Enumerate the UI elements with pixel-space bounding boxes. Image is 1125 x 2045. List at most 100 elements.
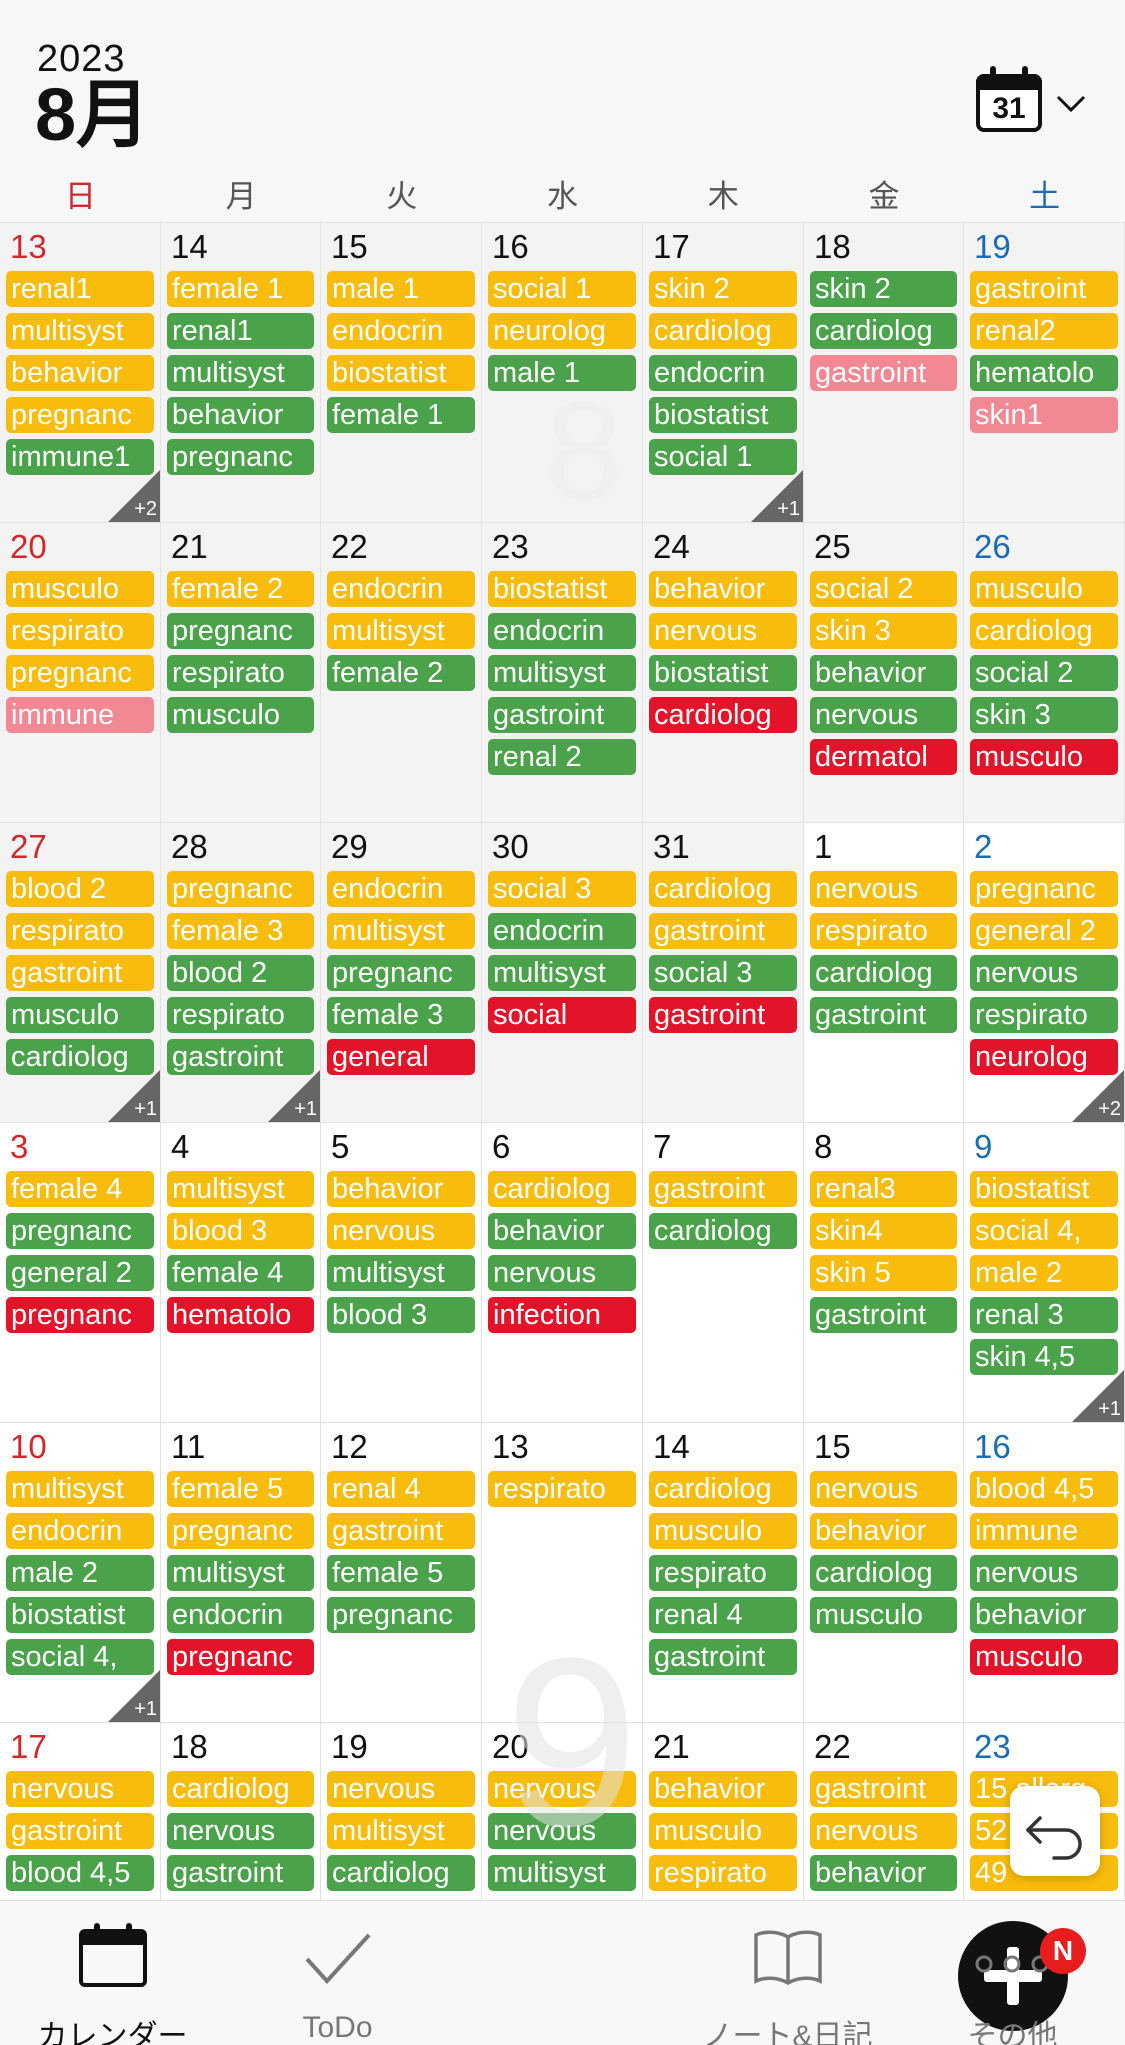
event-chip[interactable]: skin 3	[810, 613, 957, 649]
day-cell[interactable]: 11 female 5 pregnanc multisyst endocrin pregn…	[161, 1422, 321, 1722]
event-chip[interactable]: multisyst	[167, 1555, 314, 1591]
event-chip[interactable]: biostatist	[488, 571, 636, 607]
today-calendar-button[interactable]: 31	[976, 66, 1044, 132]
event-chip[interactable]: multisyst	[6, 313, 154, 349]
day-cell[interactable]: 14 cardiolog musculo respirato renal 4 gastro…	[643, 1422, 804, 1722]
event-chip[interactable]: respirato	[810, 913, 957, 949]
day-cell[interactable]: 17 skin 2 cardiolog endocrin biostatist socia…	[643, 222, 804, 522]
event-chip[interactable]: respirato	[167, 655, 314, 691]
event-chip[interactable]: skin 2	[810, 271, 957, 307]
event-chip[interactable]: nervous	[327, 1771, 475, 1807]
event-chip[interactable]: gastroint	[649, 997, 797, 1033]
event-chip[interactable]: multisyst	[327, 1255, 475, 1291]
event-chip[interactable]: multisyst	[488, 955, 636, 991]
day-cell[interactable]: 30 social 3 endocrin multisyst social	[482, 822, 643, 1122]
event-chip[interactable]: nervous	[810, 1471, 957, 1507]
event-chip[interactable]: biostatist	[649, 397, 797, 433]
day-cell[interactable]: 24 behavior nervous biostatist cardiolog	[643, 522, 804, 822]
event-chip[interactable]: musculo	[649, 1813, 797, 1849]
day-cell[interactable]: 7 gastroint cardiolog	[643, 1122, 804, 1422]
event-chip[interactable]: behavior	[488, 1213, 636, 1249]
day-cell[interactable]: 4 multisyst blood 3 female 4 hematolo	[161, 1122, 321, 1422]
event-chip[interactable]: endocrin	[327, 871, 475, 907]
event-chip[interactable]: renal 4	[327, 1471, 475, 1507]
event-chip[interactable]: pregnanc	[327, 955, 475, 991]
event-chip[interactable]: female 4	[167, 1255, 314, 1291]
event-chip[interactable]: behavior	[810, 1513, 957, 1549]
event-chip[interactable]: female 3	[327, 997, 475, 1033]
event-chip[interactable]: gastroint	[488, 697, 636, 733]
more-events-indicator[interactable]: +1	[108, 1070, 160, 1122]
event-chip[interactable]: pregnanc	[6, 1297, 154, 1333]
event-chip[interactable]: renal 4	[649, 1597, 797, 1633]
event-chip[interactable]: social 1	[488, 271, 636, 307]
tab-notes[interactable]: ノート&日記	[675, 1901, 900, 2045]
event-chip[interactable]: musculo	[970, 1639, 1118, 1675]
event-chip[interactable]: gastroint	[970, 271, 1118, 307]
day-cell[interactable]: 18 skin 2 cardiolog gastroint	[804, 222, 964, 522]
day-cell[interactable]: 8 renal3 skin4 skin 5 gastroint	[804, 1122, 964, 1422]
event-chip[interactable]: nervous	[810, 1813, 957, 1849]
event-chip[interactable]: endocrin	[488, 913, 636, 949]
event-chip[interactable]: skin 3	[970, 697, 1118, 733]
event-chip[interactable]: blood 2	[167, 955, 314, 991]
event-chip[interactable]: musculo	[167, 697, 314, 733]
event-chip[interactable]: behavior	[649, 1771, 797, 1807]
event-chip[interactable]: musculo	[649, 1513, 797, 1549]
event-chip[interactable]: neurolog	[488, 313, 636, 349]
day-cell[interactable]: 18 cardiolog nervous gastroint	[161, 1722, 321, 1900]
event-chip[interactable]: female 5	[167, 1471, 314, 1507]
day-cell[interactable]: 29 endocrin multisyst pregnanc female 3 gener…	[321, 822, 482, 1122]
tab-add[interactable]	[450, 1901, 1068, 2045]
more-events-indicator[interactable]: +1	[268, 1070, 320, 1122]
event-chip[interactable]: biostatist	[327, 355, 475, 391]
day-cell[interactable]: 15 nervous behavior cardiolog musculo	[804, 1422, 964, 1722]
day-cell[interactable]: 26 musculo cardiolog social 2 skin 3 musculo	[964, 522, 1125, 822]
event-chip[interactable]: endocrin	[649, 355, 797, 391]
day-cell[interactable]: 20 nervous nervous multisyst	[482, 1722, 643, 1900]
event-chip[interactable]: social	[488, 997, 636, 1033]
event-chip[interactable]: nervous	[810, 697, 957, 733]
event-chip[interactable]: nervous	[970, 955, 1118, 991]
event-chip[interactable]: skin 5	[810, 1255, 957, 1291]
event-chip[interactable]: skin4	[810, 1213, 957, 1249]
event-chip[interactable]: multisyst	[6, 1471, 154, 1507]
event-chip[interactable]: female 1	[167, 271, 314, 307]
event-chip[interactable]: renal1	[167, 313, 314, 349]
event-chip[interactable]: nervous	[970, 1555, 1118, 1591]
event-chip[interactable]: female 5	[327, 1555, 475, 1591]
event-chip[interactable]: infection	[488, 1297, 636, 1333]
event-chip[interactable]: male 2	[6, 1555, 154, 1591]
day-cell[interactable]: 21 female 2 pregnanc respirato musculo	[161, 522, 321, 822]
event-chip[interactable]: multisyst	[327, 613, 475, 649]
event-chip[interactable]: behavior	[810, 655, 957, 691]
event-chip[interactable]: blood 4,5	[6, 1855, 154, 1891]
day-cell[interactable]: 25 social 2 skin 3 behavior nervous dermatol	[804, 522, 964, 822]
event-chip[interactable]: renal3	[810, 1171, 957, 1207]
event-chip[interactable]: musculo	[970, 739, 1118, 775]
event-chip[interactable]: respirato	[970, 997, 1118, 1033]
tab-calendar[interactable]: カレンダー	[0, 1901, 225, 2045]
event-chip[interactable]: pregnanc	[6, 1213, 154, 1249]
event-chip[interactable]: pregnanc	[167, 871, 314, 907]
day-cell[interactable]: 16 social 1 neurolog male 1	[482, 222, 643, 522]
day-cell[interactable]: 17 nervous gastroint blood 4,5	[0, 1722, 161, 1900]
chevron-down-icon[interactable]	[1056, 88, 1086, 118]
event-chip[interactable]: biostatist	[6, 1597, 154, 1633]
event-chip[interactable]: biostatist	[649, 655, 797, 691]
event-chip[interactable]: social 4,	[970, 1213, 1118, 1249]
event-chip[interactable]: cardiolog	[810, 955, 957, 991]
event-chip[interactable]: hematolo	[167, 1297, 314, 1333]
event-chip[interactable]: skin 2	[649, 271, 797, 307]
day-cell[interactable]: 13 renal1 multisyst behavior pregnanc immune1…	[0, 222, 161, 522]
event-chip[interactable]: pregnanc	[167, 439, 314, 475]
more-events-indicator[interactable]: +2	[1072, 1070, 1124, 1122]
event-chip[interactable]: nervous	[488, 1813, 636, 1849]
tab-more[interactable]: その他	[900, 1901, 1125, 2045]
undo-button[interactable]	[1010, 1786, 1100, 1876]
day-cell[interactable]: 21 behavior musculo respirato	[643, 1722, 804, 1900]
event-chip[interactable]: respirato	[649, 1555, 797, 1591]
event-chip[interactable]: musculo	[6, 571, 154, 607]
day-cell[interactable]: 31 cardiolog gastroint social 3 gastroint	[643, 822, 804, 1122]
event-chip[interactable]: respirato	[167, 997, 314, 1033]
